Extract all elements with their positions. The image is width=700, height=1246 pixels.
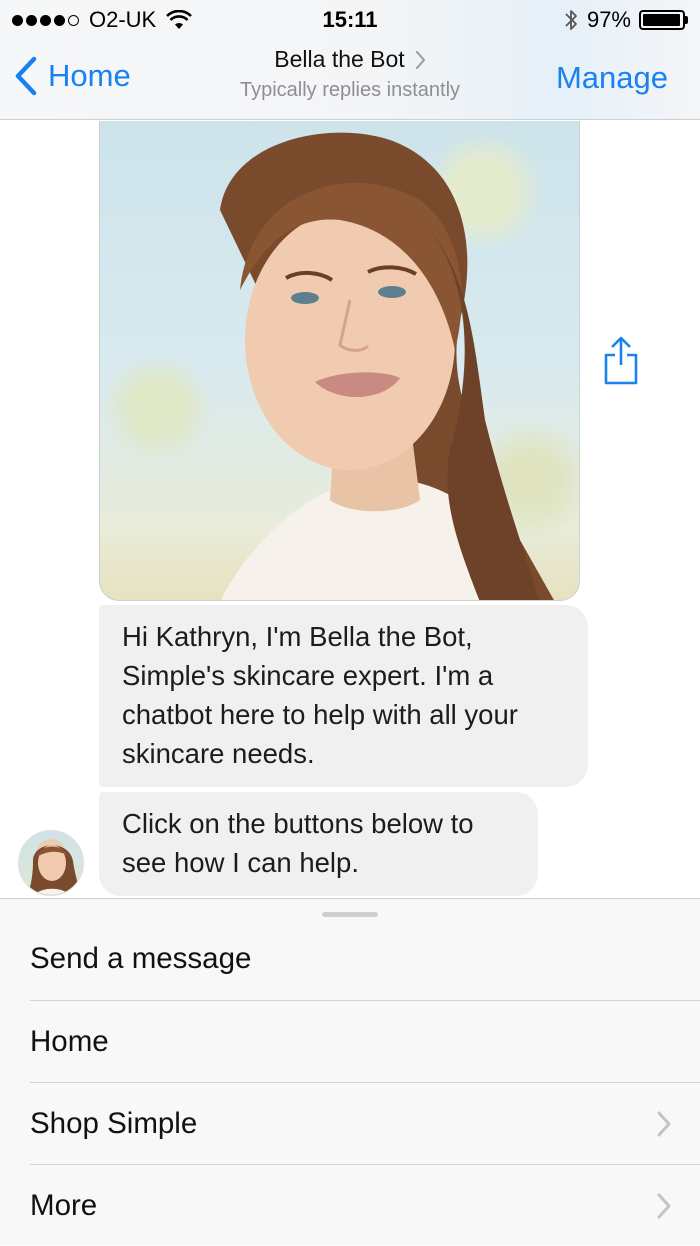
chevron-right-icon — [657, 1111, 671, 1137]
bot-name: Bella the Bot — [274, 46, 405, 72]
bot-photo-message[interactable] — [99, 121, 580, 601]
battery-percentage: 97% — [586, 7, 631, 32]
menu-item-shop-simple[interactable]: Shop Simple — [30, 1082, 700, 1164]
menu-item-send-message[interactable]: Send a message — [30, 918, 700, 1000]
navigation-bar: Home Bella the Bot Typically replies ins… — [0, 40, 700, 120]
chevron-right-icon — [415, 50, 425, 69]
menu-item-label: Send a message — [30, 942, 252, 975]
menu-item-label: Home — [30, 1024, 109, 1058]
menu-item-label: Shop Simple — [30, 1106, 198, 1140]
battery-icon — [639, 10, 688, 30]
manage-button[interactable]: Manage — [556, 60, 668, 96]
status-right: 97% — [563, 7, 688, 33]
share-icon[interactable] — [600, 335, 642, 387]
chevron-right-icon — [657, 1193, 671, 1219]
bot-message-bubble: Click on the buttons below to see how I … — [99, 792, 538, 896]
menu-item-home[interactable]: Home — [30, 1000, 700, 1082]
battery-fill — [643, 14, 680, 26]
bot-avatar[interactable] — [18, 830, 84, 896]
menu-item-more[interactable]: More — [30, 1164, 700, 1246]
portrait-image — [220, 132, 554, 600]
bluetooth-icon — [565, 10, 577, 30]
bot-message-bubble: Hi Kathryn, I'm Bella the Bot, Simple's … — [99, 605, 588, 787]
persistent-menu: Send a message Home Shop Simple More — [0, 898, 700, 1245]
chat-thread[interactable]: Hi Kathryn, I'm Bella the Bot, Simple's … — [0, 121, 700, 898]
menu-drag-handle[interactable] — [322, 912, 378, 917]
menu-item-label: More — [30, 1188, 98, 1222]
status-bar: O2-UK 15:11 97% — [0, 0, 700, 40]
avatar-image — [27, 845, 81, 895]
